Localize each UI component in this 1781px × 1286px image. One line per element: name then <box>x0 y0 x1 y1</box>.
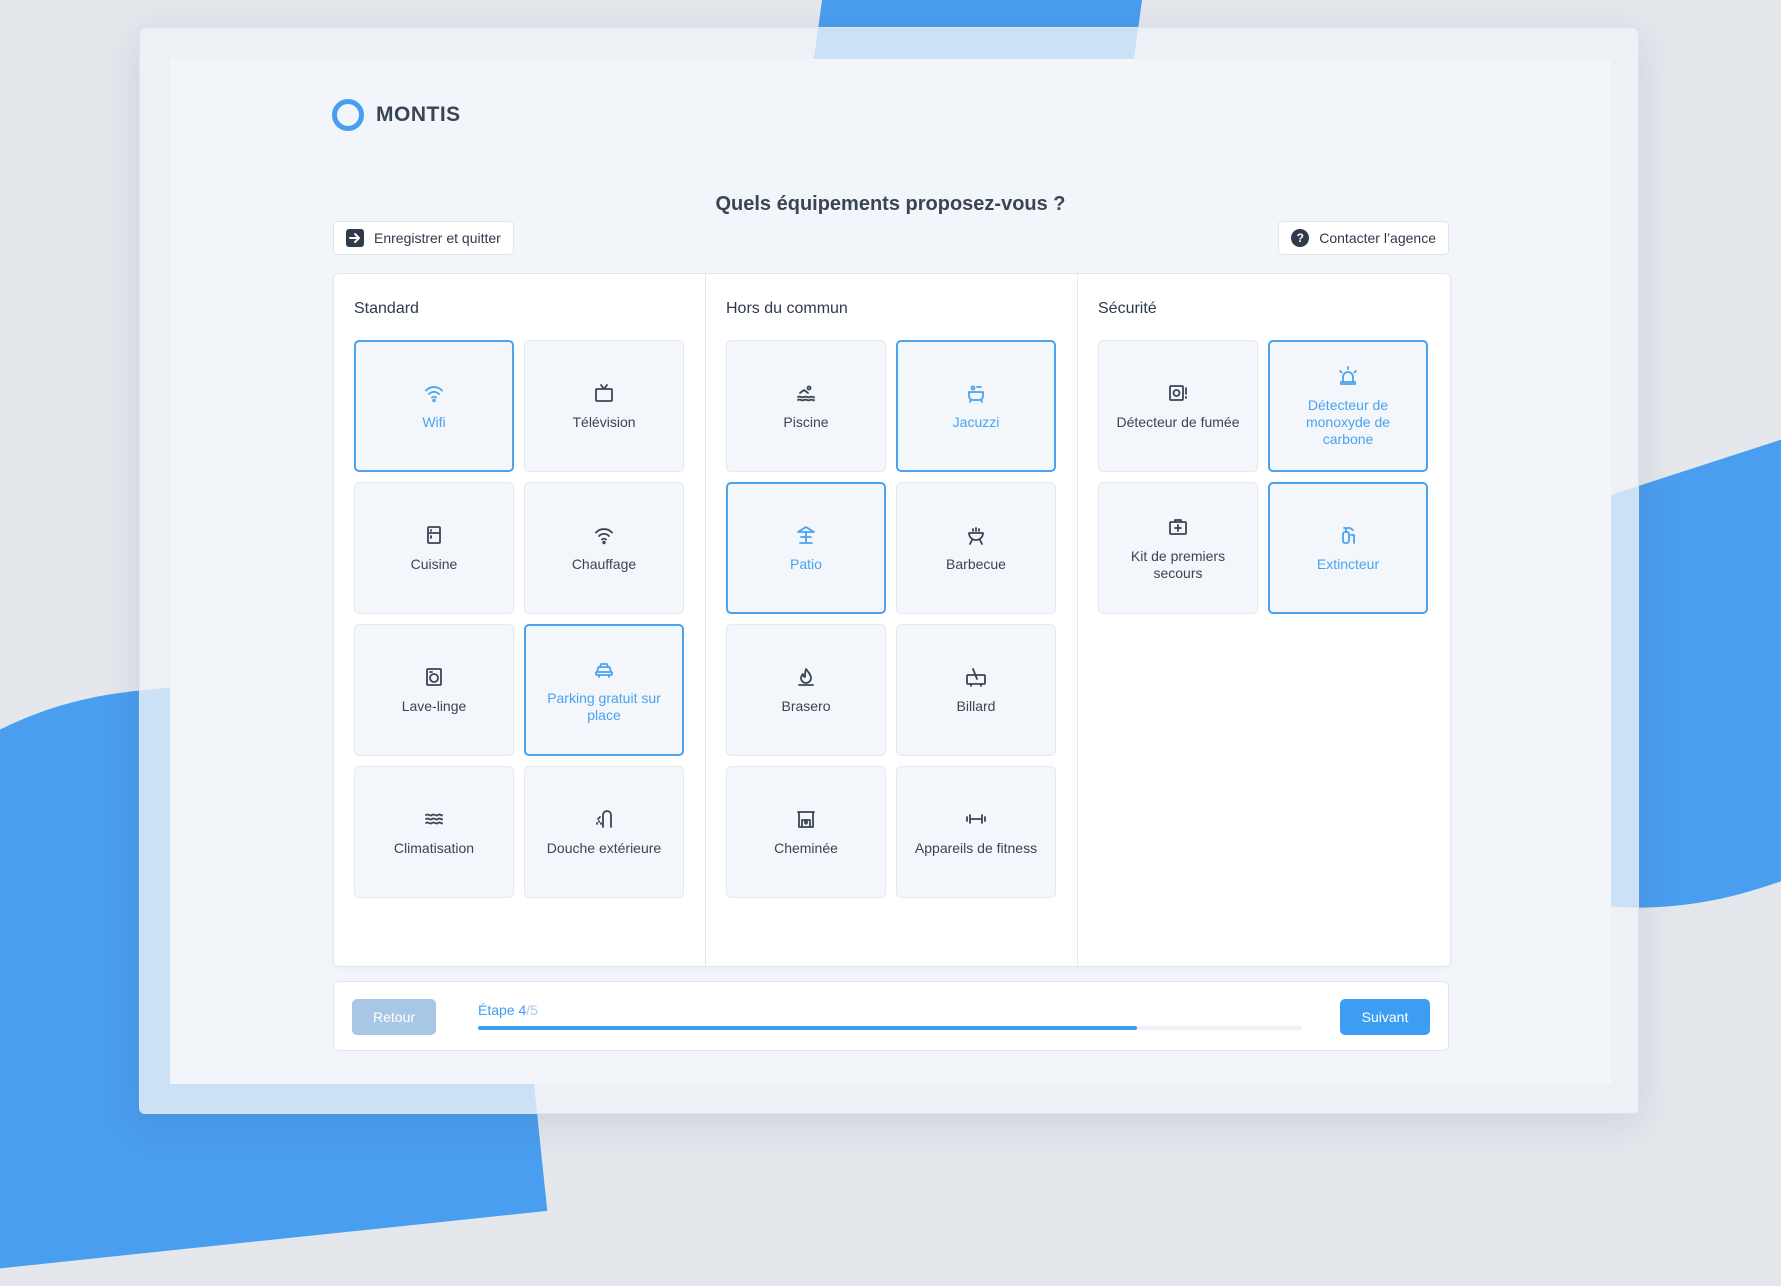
amenity-label: Télévision <box>572 414 636 430</box>
column-safety: Sécurité Détecteur de fumée Détecteur de … <box>1078 274 1450 966</box>
help-icon: ? <box>1291 229 1310 247</box>
brand-logo: MONTIS <box>332 99 461 131</box>
column-standard: Standard Wifi Télévision Cuisine Chauffage L… <box>334 274 706 966</box>
jacuzzi-icon <box>968 385 984 403</box>
fridge-icon <box>427 526 441 544</box>
amenity-label: Jacuzzi <box>952 414 1000 430</box>
amenity-label: Extincteur <box>1316 556 1380 572</box>
back-button[interactable]: Retour <box>352 999 436 1035</box>
amenity-label: Climatisation <box>393 840 475 856</box>
dumbbell-icon <box>966 814 986 824</box>
flame-icon <box>798 668 814 686</box>
smoke-detector-icon <box>1169 385 1187 401</box>
amenity-label: Piscine <box>783 414 829 430</box>
amenity-card-detecteur-de-fumee[interactable]: Détecteur de fumée <box>1098 340 1258 472</box>
amenity-grid: Détecteur de fumée Détecteur de monoxyde … <box>1098 340 1430 614</box>
amenity-label: Kit de premiers secours <box>1130 547 1226 581</box>
billiard-icon <box>966 668 986 687</box>
amenity-card-kit-de-premiers-secours[interactable]: Kit de premiers secours <box>1098 482 1258 614</box>
grill-icon <box>968 527 984 545</box>
fireplace-icon <box>797 811 815 828</box>
step-current: Étape 4 <box>478 1002 527 1018</box>
step-indicator: Étape 4/5 <box>478 1002 538 1018</box>
contact-agency-button[interactable]: ? Contacter l’agence <box>1278 221 1449 255</box>
car-icon <box>595 662 613 678</box>
amenity-card-television[interactable]: Télévision <box>524 340 684 472</box>
amenity-grid: Piscine Jacuzzi Patio Barbecue Brasero Billar… <box>726 340 1057 898</box>
tv-icon <box>595 384 613 402</box>
brand-name: MONTIS <box>376 103 461 126</box>
page-title: Quels équipements proposez-vous ? <box>715 193 1066 215</box>
amenity-card-climatisation[interactable]: Climatisation <box>354 766 514 898</box>
amenity-card-chauffage[interactable]: Chauffage <box>524 482 684 614</box>
patio-icon <box>797 526 815 544</box>
amenity-card-barbecue[interactable]: Barbecue <box>896 482 1056 614</box>
amenity-card-douche-exterieure[interactable]: Douche extérieure <box>524 766 684 898</box>
amenity-label: Douche extérieure <box>546 840 662 856</box>
washing-machine-icon <box>426 668 442 686</box>
next-button[interactable]: Suivant <box>1340 999 1430 1035</box>
amenity-card-jacuzzi[interactable]: Jacuzzi <box>896 340 1056 472</box>
amenity-card-billard[interactable]: Billard <box>896 624 1056 756</box>
amenity-card-parking-gratuit-sur-place[interactable]: Parking gratuit sur place <box>524 624 684 756</box>
shower-icon <box>596 810 612 828</box>
wifi-icon <box>425 386 443 403</box>
amenity-label: Détecteur de fumée <box>1116 414 1240 430</box>
amenities-page: MONTIS Quels équipements proposez-vous ?… <box>170 59 1611 1084</box>
column-extraordinary: Hors du commun Piscine Jacuzzi Patio Barbec… <box>706 274 1078 966</box>
swimmer-icon <box>797 385 815 402</box>
amenity-label: Patio <box>790 556 822 572</box>
amenities-panel: Standard Wifi Télévision Cuisine Chauffage L… <box>333 273 1451 967</box>
amenity-grid: Wifi Télévision Cuisine Chauffage Lave-linge… <box>354 340 685 898</box>
logo-ring-icon <box>332 99 364 131</box>
waves-icon <box>425 813 443 825</box>
wizard-footer: Retour Étape 4/5 Suivant <box>333 981 1449 1051</box>
save-and-quit-label: Enregistrer et quitter <box>374 230 501 246</box>
column-title: Standard <box>354 300 419 317</box>
amenity-label: Cheminée <box>774 840 838 856</box>
amenity-card-detecteur-de-monoxyde-de-carbone[interactable]: Détecteur de monoxyde de carbone <box>1268 340 1428 472</box>
amenity-card-brasero[interactable]: Brasero <box>726 624 886 756</box>
amenity-card-cuisine[interactable]: Cuisine <box>354 482 514 614</box>
amenity-card-appareils-de-fitness[interactable]: Appareils de fitness <box>896 766 1056 898</box>
progress-fill <box>478 1026 1138 1030</box>
amenity-card-lave-linge[interactable]: Lave-linge <box>354 624 514 756</box>
exit-icon <box>346 229 364 247</box>
amenity-label: Lave-linge <box>401 698 467 714</box>
amenity-card-wifi[interactable]: Wifi <box>354 340 514 472</box>
amenity-card-piscine[interactable]: Piscine <box>726 340 886 472</box>
amenity-card-patio[interactable]: Patio <box>726 482 886 614</box>
save-and-quit-button[interactable]: Enregistrer et quitter <box>333 221 514 255</box>
amenity-label: Chauffage <box>571 556 637 572</box>
column-title: Sécurité <box>1098 300 1157 317</box>
amenity-label: Appareils de fitness <box>914 840 1038 856</box>
extinguisher-icon <box>1342 527 1355 544</box>
column-title: Hors du commun <box>726 300 848 317</box>
amenity-label: Wifi <box>422 414 446 430</box>
amenity-label: Barbecue <box>946 556 1006 572</box>
amenity-label: Cuisine <box>410 556 458 572</box>
amenity-label: Parking gratuit sur place <box>547 689 661 723</box>
alarm-icon <box>1339 366 1357 385</box>
wifi-icon <box>595 528 613 545</box>
contact-agency-label: Contacter l’agence <box>1319 230 1436 246</box>
amenity-label: Billard <box>956 698 996 714</box>
first-aid-icon <box>1169 518 1187 535</box>
amenity-label: Détecteur de monoxyde de carbone <box>1305 397 1391 447</box>
amenity-card-extincteur[interactable]: Extincteur <box>1268 482 1428 614</box>
progress-bar <box>478 1026 1302 1030</box>
amenity-card-cheminee[interactable]: Cheminée <box>726 766 886 898</box>
step-total: /5 <box>526 1002 538 1018</box>
amenity-label: Brasero <box>781 698 831 714</box>
